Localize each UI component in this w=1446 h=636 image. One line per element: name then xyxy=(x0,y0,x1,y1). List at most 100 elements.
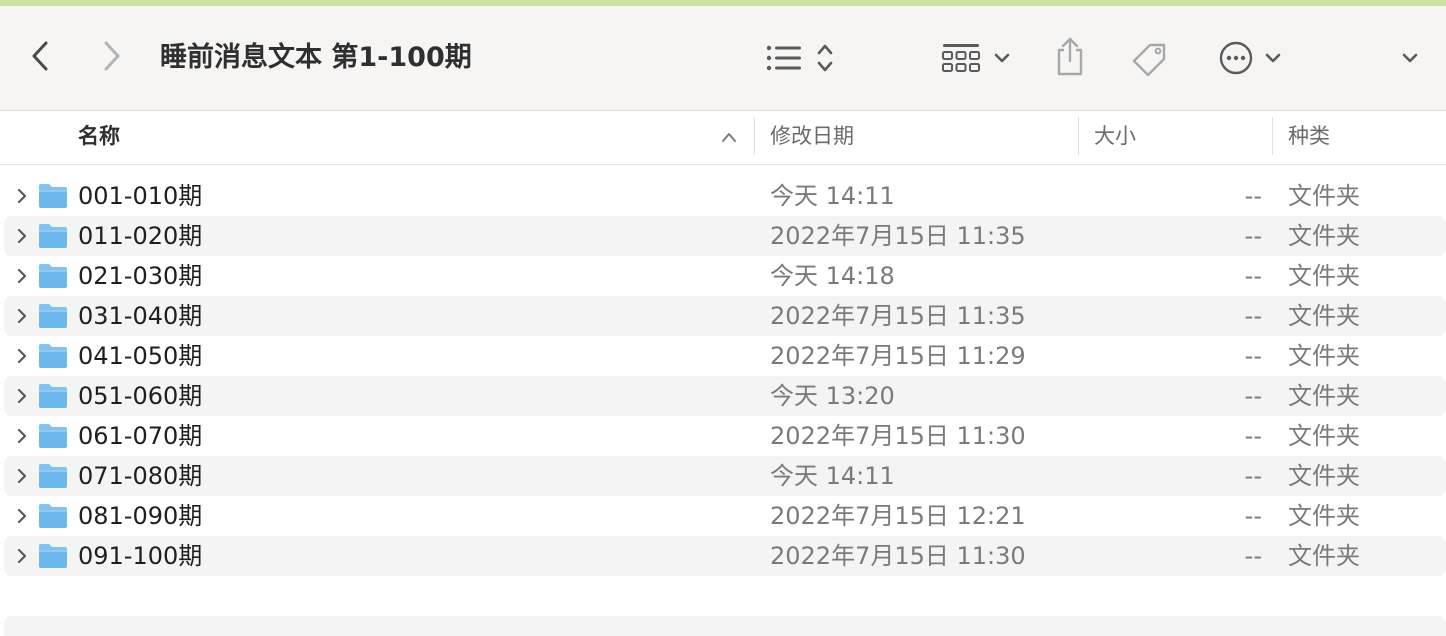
folder-icon xyxy=(39,304,67,328)
file-kind: 文件夹 xyxy=(1288,502,1360,530)
disclosure-chevron-icon[interactable] xyxy=(14,427,30,445)
modified-date: 2022年7月15日 12:21 xyxy=(770,502,1026,530)
file-kind: 文件夹 xyxy=(1288,462,1360,490)
view-options-button[interactable] xyxy=(760,40,840,76)
folder-icon xyxy=(39,424,67,448)
list-view-icon xyxy=(766,45,801,71)
table-row[interactable]: 031-040期 2022年7月15日 11:35 -- 文件夹 xyxy=(4,296,1446,336)
modified-date: 今天 14:11 xyxy=(770,462,895,490)
modified-date: 今天 14:18 xyxy=(770,262,895,290)
modified-date: 2022年7月15日 11:35 xyxy=(770,302,1026,330)
folder-icon xyxy=(39,384,67,408)
share-button[interactable] xyxy=(1052,34,1088,78)
file-size: -- xyxy=(1244,302,1262,330)
tag-icon xyxy=(1132,43,1166,77)
file-name: 071-080期 xyxy=(78,462,203,490)
column-name[interactable]: 名称 xyxy=(78,111,120,164)
file-size: -- xyxy=(1244,262,1262,290)
file-kind: 文件夹 xyxy=(1288,302,1360,330)
disclosure-chevron-icon[interactable] xyxy=(14,227,30,245)
disclosure-chevron-icon[interactable] xyxy=(14,307,30,325)
file-kind: 文件夹 xyxy=(1288,342,1360,370)
column-separator[interactable] xyxy=(1078,117,1079,155)
file-kind: 文件夹 xyxy=(1288,382,1360,410)
disclosure-chevron-icon[interactable] xyxy=(14,387,30,405)
modified-date: 2022年7月15日 11:30 xyxy=(770,542,1026,570)
window-title: 睡前消息文本 第1-100期 xyxy=(160,42,472,73)
file-name: 011-020期 xyxy=(78,222,203,250)
file-size: -- xyxy=(1244,462,1262,490)
table-row[interactable]: 011-020期 2022年7月15日 11:35 -- 文件夹 xyxy=(4,216,1446,256)
forward-button[interactable] xyxy=(98,36,126,76)
file-kind: 文件夹 xyxy=(1288,542,1360,570)
column-separator[interactable] xyxy=(1272,117,1273,155)
folder-icon xyxy=(39,184,67,208)
file-name: 031-040期 xyxy=(78,302,203,330)
chevron-down-icon xyxy=(994,53,1010,63)
chevron-down-icon xyxy=(1265,53,1281,63)
empty-row xyxy=(4,616,1446,636)
back-button[interactable] xyxy=(26,36,54,76)
table-row[interactable]: 051-060期 今天 13:20 -- 文件夹 xyxy=(4,376,1446,416)
table-row[interactable]: 001-010期 今天 14:11 -- 文件夹 xyxy=(4,176,1446,216)
group-button[interactable] xyxy=(938,40,1014,76)
table-row[interactable]: 021-030期 今天 14:18 -- 文件夹 xyxy=(4,256,1446,296)
disclosure-chevron-icon[interactable] xyxy=(14,187,30,205)
modified-date: 今天 14:11 xyxy=(770,182,895,210)
file-size: -- xyxy=(1244,342,1262,370)
chevron-right-icon xyxy=(104,41,120,71)
table-row[interactable]: 091-100期 2022年7月15日 11:30 -- 文件夹 xyxy=(4,536,1446,576)
disclosure-chevron-icon[interactable] xyxy=(14,347,30,365)
modified-date: 2022年7月15日 11:29 xyxy=(770,342,1026,370)
file-kind: 文件夹 xyxy=(1288,262,1360,290)
file-size: -- xyxy=(1244,422,1262,450)
grid-view-icon xyxy=(942,44,980,72)
file-size: -- xyxy=(1244,502,1262,530)
file-size: -- xyxy=(1244,222,1262,250)
more-actions-button[interactable] xyxy=(1214,40,1286,76)
modified-date: 2022年7月15日 11:30 xyxy=(770,422,1026,450)
column-date[interactable]: 修改日期 xyxy=(770,111,854,164)
chevron-left-icon xyxy=(32,41,48,71)
folder-icon xyxy=(39,224,67,248)
file-kind: 文件夹 xyxy=(1288,422,1360,450)
file-size: -- xyxy=(1244,542,1262,570)
disclosure-chevron-icon[interactable] xyxy=(14,507,30,525)
file-kind: 文件夹 xyxy=(1288,182,1360,210)
table-row[interactable]: 071-080期 今天 14:11 -- 文件夹 xyxy=(4,456,1446,496)
disclosure-chevron-icon[interactable] xyxy=(14,267,30,285)
table-row[interactable]: 081-090期 2022年7月15日 12:21 -- 文件夹 xyxy=(4,496,1446,536)
column-kind[interactable]: 种类 xyxy=(1288,111,1330,164)
file-kind: 文件夹 xyxy=(1288,222,1360,250)
file-name: 091-100期 xyxy=(78,542,203,570)
file-name: 041-050期 xyxy=(78,342,203,370)
column-size[interactable]: 大小 xyxy=(1094,111,1136,164)
modified-date: 今天 13:20 xyxy=(770,382,895,410)
column-header: 名称 修改日期 大小 种类 xyxy=(0,111,1446,165)
folder-icon xyxy=(39,544,67,568)
file-name: 001-010期 xyxy=(78,182,203,210)
sort-updown-icon xyxy=(817,44,833,72)
file-name: 021-030期 xyxy=(78,262,203,290)
file-size: -- xyxy=(1244,382,1262,410)
share-icon xyxy=(1057,37,1083,76)
folder-icon xyxy=(39,344,67,368)
more-icon xyxy=(1219,41,1253,75)
folder-icon xyxy=(39,464,67,488)
file-name: 051-060期 xyxy=(78,382,203,410)
table-row[interactable]: 041-050期 2022年7月15日 11:29 -- 文件夹 xyxy=(4,336,1446,376)
table-row[interactable]: 061-070期 2022年7月15日 11:30 -- 文件夹 xyxy=(4,416,1446,456)
toolbar-overflow-button[interactable] xyxy=(1396,48,1424,68)
toolbar: 睡前消息文本 第1-100期 xyxy=(0,6,1446,111)
chevron-down-icon xyxy=(1402,53,1418,63)
column-separator[interactable] xyxy=(754,117,755,155)
tag-button[interactable] xyxy=(1128,38,1172,80)
folder-icon xyxy=(39,504,67,528)
modified-date: 2022年7月15日 11:35 xyxy=(770,222,1026,250)
sort-ascending-icon[interactable] xyxy=(720,131,738,143)
disclosure-chevron-icon[interactable] xyxy=(14,467,30,485)
file-size: -- xyxy=(1244,182,1262,210)
file-name: 081-090期 xyxy=(78,502,203,530)
folder-icon xyxy=(39,264,67,288)
disclosure-chevron-icon[interactable] xyxy=(14,547,30,565)
